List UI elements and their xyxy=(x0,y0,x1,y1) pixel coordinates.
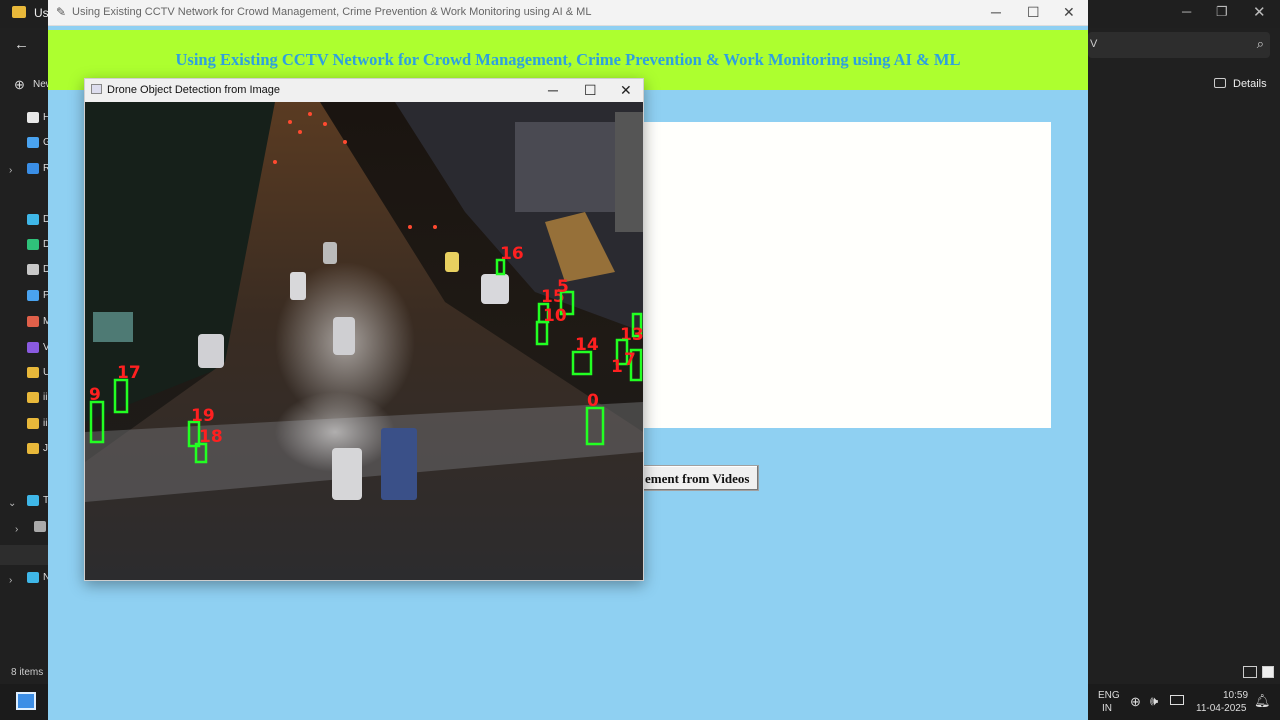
building-facade xyxy=(515,122,615,212)
cv-window-title: Drone Object Detection from Image xyxy=(107,84,281,96)
folder-icon xyxy=(27,495,39,506)
street-scene: 9171918161551014 131 70 xyxy=(85,102,643,580)
detection-label: 19 xyxy=(191,406,215,426)
app-taskbar-icon[interactable] xyxy=(16,692,36,710)
folder-icon xyxy=(27,163,39,174)
detection-label: 14 xyxy=(575,335,599,355)
truck xyxy=(381,428,417,500)
folder-icon xyxy=(27,418,39,429)
building-edge xyxy=(615,112,643,232)
details-button[interactable]: Details xyxy=(1233,78,1267,90)
selected-row-highlight xyxy=(0,545,48,565)
taskbar-left xyxy=(0,684,48,720)
minimize-icon[interactable]: ─ xyxy=(1182,4,1191,19)
chevron-down-icon[interactable]: ⌄ xyxy=(8,498,16,509)
battery-icon[interactable] xyxy=(1170,695,1184,705)
folder-icon xyxy=(27,214,39,225)
folder-icon xyxy=(27,290,39,301)
folder-icon xyxy=(27,264,39,275)
search-box[interactable]: V ⌕ xyxy=(1088,32,1270,58)
new-plus-icon[interactable]: ⊕ xyxy=(14,77,25,93)
back-arrow-icon[interactable]: ← xyxy=(14,36,29,53)
cv-titlebar: Drone Object Detection from Image ─ ☐ ✕ xyxy=(85,79,643,102)
folder-icon xyxy=(27,316,39,327)
output-text-area[interactable] xyxy=(644,122,1051,428)
close-icon[interactable]: ✕ xyxy=(620,82,632,99)
clock-date[interactable]: 11-04-2025 xyxy=(1196,703,1246,714)
detection-label: 13 xyxy=(620,325,643,345)
maximize-icon[interactable]: ❐ xyxy=(1216,4,1228,20)
tiles-view-icon[interactable] xyxy=(1262,666,1274,678)
car xyxy=(333,317,355,355)
chevron-right-icon[interactable]: › xyxy=(9,575,12,586)
maximize-icon[interactable]: ☐ xyxy=(1027,4,1040,21)
detection-label: 16 xyxy=(500,244,524,264)
detection-label: 9 xyxy=(89,385,101,405)
clock-time[interactable]: 10:59 xyxy=(1223,690,1248,701)
address-text: V xyxy=(1090,38,1098,50)
chevron-right-icon[interactable]: › xyxy=(9,165,12,176)
folder-icon xyxy=(12,6,26,18)
folder-icon xyxy=(27,367,39,378)
notification-icon[interactable]: 🔔︎ xyxy=(1254,693,1271,709)
sidebar-item-label: ii xyxy=(43,418,48,429)
new-button[interactable]: New xyxy=(33,79,48,90)
folder-icon xyxy=(34,521,46,532)
crowd-management-videos-button[interactable]: ement from Videos xyxy=(638,465,759,491)
search-icon[interactable]: ⌕ xyxy=(1257,36,1264,52)
minimize-icon[interactable]: ─ xyxy=(548,82,558,98)
detection-image: 9 17 19 18 16 15 5 10 14 13 1 7 0 xyxy=(85,102,643,580)
folder-icon xyxy=(27,572,39,583)
car xyxy=(332,448,362,500)
folder-icon xyxy=(27,392,39,403)
folder-icon xyxy=(27,137,39,148)
detection-label: 1 xyxy=(611,357,623,377)
close-icon[interactable]: ✕ xyxy=(1253,3,1266,21)
network-icon[interactable]: ⊕ xyxy=(1130,694,1141,710)
app-window-title: Using Existing CCTV Network for Crowd Ma… xyxy=(72,6,592,18)
detection-label: 7 xyxy=(624,350,636,370)
detection-label: 0 xyxy=(587,391,599,411)
drone-detection-window: Drone Object Detection from Image ─ ☐ ✕ xyxy=(84,78,644,581)
car xyxy=(198,334,224,368)
sidebar-item-label: ii xyxy=(43,392,48,403)
van xyxy=(481,274,509,304)
window-icon xyxy=(91,84,102,94)
taskbar-tray: ENG IN ⊕ 🕪 10:59 11-04-2025 🔔︎ xyxy=(1088,684,1280,720)
details-pane-icon[interactable] xyxy=(1214,78,1226,88)
detection-label: 5 xyxy=(557,277,569,297)
minimize-icon[interactable]: ─ xyxy=(991,4,1001,20)
bus-stop xyxy=(93,312,133,342)
list-view-icon[interactable] xyxy=(1243,666,1257,678)
region-indicator[interactable]: IN xyxy=(1102,703,1112,714)
taxi xyxy=(445,252,459,272)
close-icon[interactable]: ✕ xyxy=(1063,4,1075,21)
car xyxy=(323,242,337,264)
page-title: Using Existing CCTV Network for Crowd Ma… xyxy=(175,50,961,69)
car xyxy=(290,272,306,300)
folder-icon xyxy=(27,342,39,353)
items-count: 8 items xyxy=(11,667,44,678)
lang-indicator[interactable]: ENG xyxy=(1098,690,1120,701)
chevron-right-icon[interactable]: › xyxy=(15,524,18,535)
folder-icon xyxy=(27,239,39,250)
folder-icon xyxy=(27,443,39,454)
detection-label: 17 xyxy=(117,363,141,383)
app-titlebar: ✎ Using Existing CCTV Network for Crowd … xyxy=(48,0,1088,26)
volume-icon[interactable]: 🕪 xyxy=(1150,693,1158,709)
folder-icon xyxy=(27,112,39,123)
detection-label: 10 xyxy=(543,306,567,326)
detection-label: 18 xyxy=(199,427,223,447)
maximize-icon[interactable]: ☐ xyxy=(584,82,597,99)
feather-icon: ✎ xyxy=(56,5,67,19)
